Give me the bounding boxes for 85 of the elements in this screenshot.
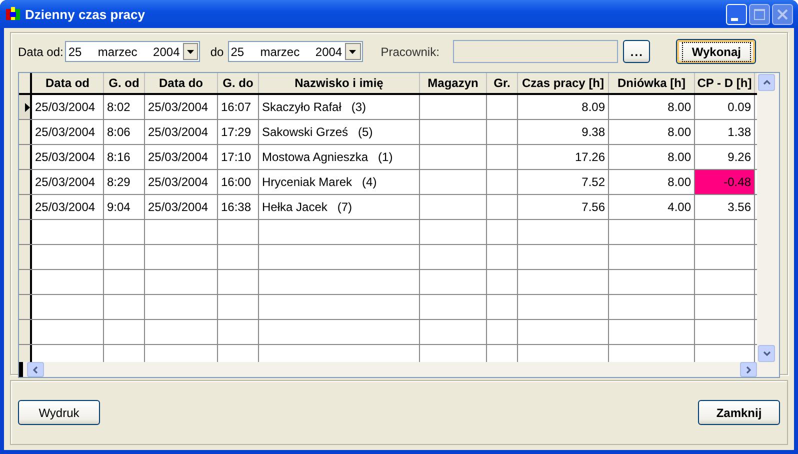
- table-cell: 8:06: [104, 120, 145, 144]
- table-cell: 25/03/2004: [145, 95, 218, 119]
- app-icon: [5, 6, 21, 22]
- table-cell: 8.00: [609, 95, 695, 119]
- dropdown-icon[interactable]: [182, 43, 198, 60]
- row-indicator[interactable]: [19, 170, 32, 194]
- window-title: Dzienny czas pracy: [25, 6, 146, 22]
- table-cell: 25/03/2004: [32, 95, 104, 119]
- browse-button[interactable]: ...: [623, 40, 650, 63]
- row-indicator[interactable]: [19, 120, 32, 144]
- date-from-label: Data od:: [18, 44, 64, 58]
- minimize-icon: [730, 18, 740, 20]
- row-indicator[interactable]: [19, 345, 32, 362]
- column-header[interactable]: Nazwisko i imię: [259, 73, 420, 93]
- table-cell: 0.09: [695, 95, 755, 119]
- table-cell: 25/03/2004: [145, 120, 218, 144]
- scroll-left-icon[interactable]: [27, 362, 44, 377]
- column-header[interactable]: Magazyn: [420, 73, 487, 93]
- print-button[interactable]: Wydruk: [18, 400, 100, 425]
- horizontal-scrollbar[interactable]: [19, 362, 779, 377]
- table-cell: 8:16: [104, 145, 145, 169]
- scroll-down-icon[interactable]: [758, 345, 775, 362]
- table-cell: 8:29: [104, 170, 145, 194]
- column-header[interactable]: G. do: [218, 73, 259, 93]
- table-cell: 17.26: [518, 145, 609, 169]
- table-cell: Hełka Jacek (7): [259, 195, 420, 219]
- column-header[interactable]: Gr.: [487, 73, 518, 93]
- table-cell: 16:00: [218, 170, 259, 194]
- table-cell: Skaczyło Rafał (3): [259, 95, 420, 119]
- table-cell: 16:07: [218, 95, 259, 119]
- row-indicator[interactable]: [19, 145, 32, 169]
- table-cell: Mostowa Agnieszka (1): [259, 145, 420, 169]
- minimize-button[interactable]: [726, 4, 747, 24]
- date-to-label: do: [210, 44, 224, 58]
- table-cell: 9:04: [104, 195, 145, 219]
- maximize-icon: [754, 8, 765, 20]
- scroll-up-icon[interactable]: [758, 74, 775, 91]
- row-indicator[interactable]: [19, 270, 32, 294]
- row-indicator[interactable]: [19, 245, 32, 269]
- table-cell: 16:38: [218, 195, 259, 219]
- table-cell: 25/03/2004: [145, 170, 218, 194]
- table-cell: 8.00: [609, 120, 695, 144]
- table-cell: 9.26: [695, 145, 755, 169]
- close-window-button[interactable]: Zamknij: [698, 400, 780, 425]
- table-cell: 25/03/2004: [145, 145, 218, 169]
- column-header[interactable]: Data do: [145, 73, 218, 93]
- table-cell: 25/03/2004: [32, 145, 104, 169]
- table-cell: 4.00: [609, 195, 695, 219]
- table-cell: 7.52: [518, 170, 609, 194]
- dropdown-icon[interactable]: [344, 43, 361, 60]
- table-cell: 8:02: [104, 95, 145, 119]
- table-cell: 25/03/2004: [32, 170, 104, 194]
- column-header[interactable]: CP - D [h]: [695, 73, 755, 93]
- table-cell: 25/03/2004: [145, 195, 218, 219]
- row-indicator[interactable]: [19, 220, 32, 244]
- table-cell: 25/03/2004: [32, 120, 104, 144]
- table-cell: 8.09: [518, 95, 609, 119]
- row-indicator[interactable]: [19, 320, 32, 344]
- close-button[interactable]: [772, 4, 793, 24]
- column-header[interactable]: G. od: [104, 73, 145, 93]
- close-icon: [777, 8, 788, 20]
- column-header[interactable]: Dniówka [h]: [609, 73, 695, 93]
- table-cell: 17:10: [218, 145, 259, 169]
- run-button[interactable]: Wykonaj: [676, 39, 756, 64]
- column-header[interactable]: Data od: [32, 73, 104, 93]
- table-cell: 25/03/2004: [32, 195, 104, 219]
- maximize-button[interactable]: [749, 4, 770, 24]
- table-cell: 9.38: [518, 120, 609, 144]
- employee-label: Pracownik:: [380, 44, 440, 58]
- table-cell: -0.48: [695, 170, 755, 194]
- date-from-picker[interactable]: 25 marzec 2004: [65, 41, 200, 62]
- row-indicator[interactable]: [19, 95, 32, 119]
- table-cell: 7.56: [518, 195, 609, 219]
- row-indicator[interactable]: [19, 195, 32, 219]
- column-header[interactable]: Czas pracy [h]: [518, 73, 609, 93]
- table-cell: 17:29: [218, 120, 259, 144]
- table-cell: 1.38: [695, 120, 755, 144]
- row-indicator[interactable]: [19, 295, 32, 319]
- vertical-scrollbar[interactable]: [757, 73, 779, 362]
- table-cell: 8.00: [609, 145, 695, 169]
- scroll-right-icon[interactable]: [740, 362, 757, 377]
- table-cell: Sakowski Grześ (5): [259, 120, 420, 144]
- table-cell: 3.56: [695, 195, 755, 219]
- table-cell: Hryceniak Marek (4): [259, 170, 420, 194]
- date-to-picker[interactable]: 25 marzec 2004: [228, 41, 363, 62]
